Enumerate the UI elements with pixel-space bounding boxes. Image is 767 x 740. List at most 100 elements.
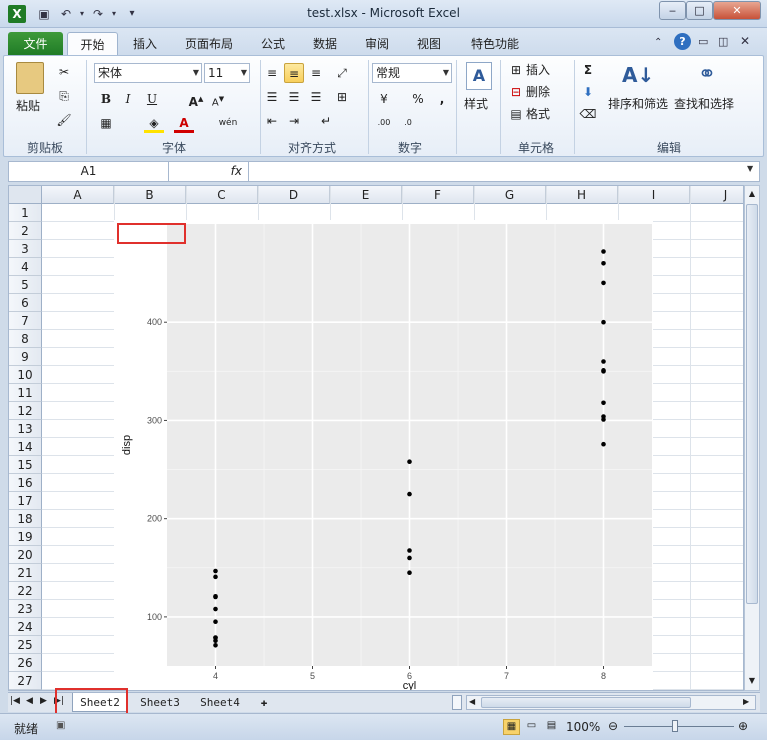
percent-style-icon[interactable]: % [408, 89, 428, 109]
doc-restore-icon[interactable]: ◫ [718, 35, 728, 48]
bold-icon[interactable]: B [96, 89, 116, 109]
font-size-combo[interactable]: 11 ▼ [204, 63, 250, 83]
underline-icon[interactable]: U [142, 89, 162, 109]
tab-review[interactable]: 审阅 [356, 32, 398, 56]
normal-view-icon[interactable]: ▦ [503, 719, 520, 735]
column-header-f[interactable]: F [402, 186, 474, 204]
delete-cells-button[interactable]: 删除 [526, 84, 550, 100]
increase-font-icon[interactable]: A▲ [186, 89, 206, 109]
row-header-24[interactable]: 24 [9, 618, 42, 636]
decrease-indent-icon[interactable]: ⇤ [262, 111, 282, 131]
align-right-icon[interactable]: ☰ [306, 87, 326, 107]
fill-icon[interactable]: ⬇ [578, 82, 598, 102]
row-header-13[interactable]: 13 [9, 420, 42, 438]
insert-function-icon[interactable]: fx [171, 162, 249, 181]
doc-minimize-icon[interactable]: ▭ [698, 35, 708, 48]
sheet-tab-sheet4[interactable]: Sheet4 [192, 693, 248, 712]
delete-cells-icon[interactable]: ⊟ [506, 82, 526, 102]
scroll-right-icon[interactable]: ▶ [743, 697, 749, 706]
scroll-down-icon[interactable]: ▼ [746, 674, 758, 688]
find-select-button[interactable]: 查找和选择 [674, 96, 734, 112]
styles-icon[interactable]: A [466, 62, 492, 90]
select-all-corner[interactable] [9, 186, 42, 204]
tab-insert[interactable]: 插入 [124, 32, 166, 56]
wrap-text-icon[interactable]: ↵ [316, 111, 336, 131]
row-header-18[interactable]: 18 [9, 510, 42, 528]
prev-sheet-icon[interactable]: ◀ [26, 696, 33, 706]
new-sheet-icon[interactable]: ✚ [252, 693, 276, 712]
number-format-combo[interactable]: 常规 ▼ [372, 63, 452, 83]
row-header-19[interactable]: 19 [9, 528, 42, 546]
collapse-ribbon-icon[interactable]: ⌃ [654, 37, 662, 48]
sort-filter-icon[interactable]: A↓ [622, 60, 654, 90]
row-header-23[interactable]: 23 [9, 600, 42, 618]
borders-icon[interactable]: ▦ [96, 113, 116, 133]
vertical-scrollbar[interactable]: ▲ ▼ [744, 185, 760, 691]
row-header-12[interactable]: 12 [9, 402, 42, 420]
phonetic-icon[interactable]: wén [218, 113, 238, 133]
row-header-21[interactable]: 21 [9, 564, 42, 582]
format-cells-icon[interactable]: ▤ [506, 104, 526, 124]
zoom-out-icon[interactable]: ⊖ [608, 719, 618, 733]
column-header-i[interactable]: I [618, 186, 690, 204]
row-header-26[interactable]: 26 [9, 654, 42, 672]
paste-icon[interactable] [16, 62, 44, 94]
chart-image[interactable]: 4 5 6 7 8 100 200 300 400 cyl disp [114, 220, 653, 690]
paste-button-label[interactable]: 粘贴 [16, 98, 40, 114]
fill-color-icon[interactable]: ◈ [144, 113, 164, 133]
increase-indent-icon[interactable]: ⇥ [284, 111, 304, 131]
currency-icon[interactable]: ¥ [374, 89, 394, 109]
help-icon[interactable]: ? [674, 33, 691, 50]
sort-filter-button[interactable]: 排序和筛选 [608, 96, 668, 112]
zoom-slider[interactable] [624, 726, 734, 727]
merge-center-icon[interactable]: ⊞ [332, 87, 352, 107]
formula-input[interactable] [251, 162, 745, 181]
column-header-a[interactable]: A [42, 186, 114, 204]
worksheet-grid[interactable]: A B C D E F G H I J 4 5 6 7 8 100 200 300 400 cyl… [8, 185, 744, 691]
tab-page-layout[interactable]: 页面布局 [174, 32, 244, 56]
decrease-font-icon[interactable]: A▼ [208, 89, 228, 109]
row-header-14[interactable]: 14 [9, 438, 42, 456]
horizontal-scroll-thumb[interactable] [481, 697, 691, 708]
page-break-view-icon[interactable]: ▤ [543, 719, 560, 735]
row-header-9[interactable]: 9 [9, 348, 42, 366]
row-header-5[interactable]: 5 [9, 276, 42, 294]
cut-icon[interactable]: ✂ [54, 62, 74, 82]
clear-icon[interactable]: ⌫ [578, 104, 598, 124]
row-header-1[interactable]: 1 [9, 204, 42, 222]
row-header-17[interactable]: 17 [9, 492, 42, 510]
column-header-h[interactable]: H [546, 186, 618, 204]
column-header-b[interactable]: B [114, 186, 186, 204]
macro-record-icon[interactable]: ▣ [56, 720, 65, 731]
row-header-10[interactable]: 10 [9, 366, 42, 384]
column-header-d[interactable]: D [258, 186, 330, 204]
sheet-tab-sheet3[interactable]: Sheet3 [132, 693, 188, 712]
minimize-button[interactable]: ‒ [659, 1, 686, 20]
scroll-left-icon[interactable]: ◀ [469, 697, 475, 706]
tab-data[interactable]: 数据 [304, 32, 346, 56]
format-painter-icon[interactable]: 🖌 [54, 110, 74, 130]
tab-home[interactable]: 开始 [67, 32, 118, 56]
styles-button-label[interactable]: 样式 [464, 96, 488, 112]
insert-cells-icon[interactable]: ⊞ [506, 60, 526, 80]
row-header-3[interactable]: 3 [9, 240, 42, 258]
comma-style-icon[interactable]: , [432, 89, 452, 109]
align-bottom-icon[interactable]: ≡ [306, 63, 326, 83]
row-header-15[interactable]: 15 [9, 456, 42, 474]
name-box[interactable]: A1 [9, 162, 169, 181]
first-sheet-icon[interactable]: |◀ [10, 696, 20, 706]
row-header-16[interactable]: 16 [9, 474, 42, 492]
column-header-g[interactable]: G [474, 186, 546, 204]
zoom-level[interactable]: 100% [566, 720, 600, 734]
orientation-icon[interactable]: ⤢ [332, 63, 352, 83]
row-header-2[interactable]: 2 [9, 222, 42, 240]
column-header-j[interactable]: J [690, 186, 743, 204]
expand-formula-icon[interactable]: ▼ [747, 164, 753, 173]
increase-decimal-icon[interactable]: .00 [374, 113, 394, 133]
horizontal-scrollbar[interactable]: ◀ ▶ [466, 695, 756, 710]
row-header-27[interactable]: 27 [9, 672, 42, 690]
maximize-button[interactable]: □ [686, 1, 713, 20]
row-header-22[interactable]: 22 [9, 582, 42, 600]
align-top-icon[interactable]: ≡ [262, 63, 282, 83]
scroll-up-icon[interactable]: ▲ [746, 187, 758, 201]
